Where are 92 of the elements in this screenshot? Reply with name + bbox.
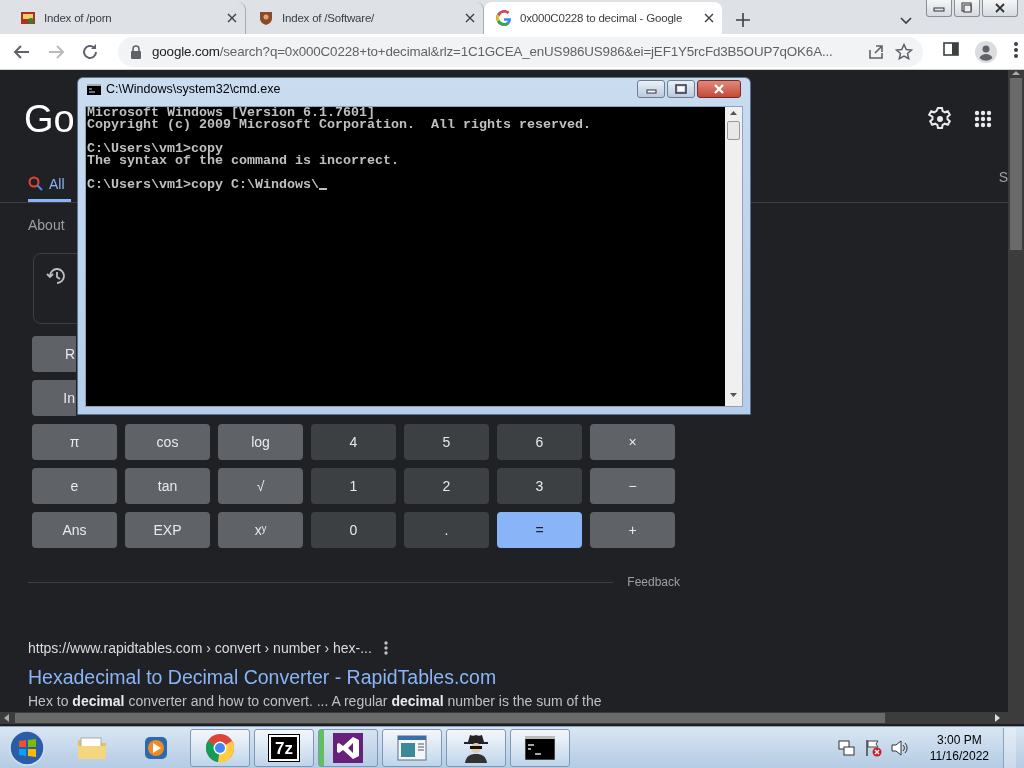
- archive-app-logo: 7z: [269, 734, 299, 761]
- result-snippet: Hex to decimal converter and how to convert. ... A regular decimal number is the sum of the: [28, 692, 603, 711]
- speaker-icon[interactable]: [889, 738, 908, 757]
- close-icon[interactable]: [465, 13, 475, 23]
- scroll-left-icon: [4, 714, 9, 722]
- minimize-icon[interactable]: [637, 80, 665, 98]
- spy-figure-icon: [463, 732, 489, 763]
- calculator-key[interactable]: −: [590, 468, 675, 504]
- close-icon[interactable]: [227, 13, 237, 23]
- clock-date[interactable]: 11/16/2022: [929, 747, 989, 764]
- calculator-key[interactable]: =: [497, 512, 582, 548]
- calculator-key[interactable]: xʸ: [218, 512, 303, 548]
- chevron-down-icon[interactable]: [900, 17, 912, 25]
- scroll-right-icon: [995, 714, 1000, 722]
- profile-icon[interactable]: [975, 40, 997, 63]
- calculator-key[interactable]: 6: [497, 424, 582, 460]
- result-url[interactable]: https://www.rapidtables.com › convert › number › hex-...: [28, 640, 372, 656]
- app-window-icon: [397, 734, 427, 761]
- console-line: Copyright (c) 2009 Microsoft Corporation. All rights reserved.: [87, 119, 591, 131]
- network-icon[interactable]: [837, 738, 856, 757]
- calculator-key[interactable]: .: [404, 512, 489, 548]
- calculator-key[interactable]: 3: [497, 468, 582, 504]
- side-panel-icon[interactable]: [943, 40, 959, 57]
- calculator-key[interactable]: tan: [125, 468, 210, 504]
- calculator-key[interactable]: Ans: [32, 512, 117, 548]
- calculator-key[interactable]: R: [32, 336, 76, 372]
- calculator-key[interactable]: 4: [311, 424, 396, 460]
- search-tab[interactable]: All: [28, 168, 71, 202]
- windows-orb-icon: [8, 728, 46, 767]
- scroll-up-icon: [730, 111, 737, 115]
- more-options-icon[interactable]: [383, 641, 388, 655]
- result-title-link[interactable]: Hexadecimal to Decimal Converter - RapidTables.com: [28, 664, 668, 690]
- browser-tab[interactable]: 0x000C0228 to decimal - Google: [484, 2, 722, 34]
- calculator-key[interactable]: 2: [404, 468, 489, 504]
- calculator-key[interactable]: 0: [311, 512, 396, 548]
- calculator-key[interactable]: π: [32, 424, 117, 460]
- console-line: C:\Users\vm1>copy: [87, 143, 223, 155]
- scrollbar-thumb[interactable]: [1010, 78, 1022, 250]
- image-favicon-icon: [20, 10, 36, 26]
- settings-icon[interactable]: [928, 107, 952, 132]
- taskbar-button[interactable]: 7z: [254, 728, 314, 767]
- console-app-icon: [87, 83, 101, 95]
- console-line: The syntax of the command is incorrect.: [87, 155, 399, 167]
- calculator-key[interactable]: log: [218, 424, 303, 460]
- maximize-icon[interactable]: [954, 0, 980, 17]
- calculator-key[interactable]: ×: [590, 424, 675, 460]
- vertical-scrollbar[interactable]: [725, 107, 742, 406]
- google-g-icon: [496, 10, 512, 26]
- scrollbar-thumb[interactable]: [727, 121, 740, 140]
- chrome-icon: [205, 732, 235, 763]
- taskbar-button[interactable]: [446, 728, 506, 767]
- visual-studio-icon: [333, 732, 363, 763]
- share-icon[interactable]: [867, 42, 885, 61]
- google-logo[interactable]: Go: [24, 97, 75, 141]
- start-button[interactable]: [8, 728, 46, 767]
- close-icon[interactable]: [982, 0, 1018, 17]
- media-player-icon: [143, 734, 169, 761]
- calculator-key[interactable]: In: [32, 380, 76, 416]
- result-stats: About: [28, 215, 66, 235]
- calculator-key[interactable]: 5: [404, 424, 489, 460]
- search-tab[interactable]: S: [998, 161, 1008, 195]
- history-icon: [46, 265, 66, 286]
- new-tab-icon[interactable]: [736, 13, 750, 27]
- maximize-icon[interactable]: [667, 80, 695, 98]
- console-app-icon: [525, 735, 555, 760]
- calculator-key[interactable]: EXP: [125, 512, 210, 548]
- close-icon[interactable]: [697, 80, 741, 98]
- address-bar[interactable]: google.com/search?q=0x000C0228+to+decimal&rlz=1C1GCEA_enUS986US986&ei=jEF1Y5rcFd3B5OUP7qOK6A...: [118, 36, 923, 67]
- console-line: Microsoft Windows [Version 6.1.7601]: [87, 107, 375, 119]
- calculator-key[interactable]: 1: [311, 468, 396, 504]
- vertical-scrollbar[interactable]: [1008, 70, 1024, 712]
- menu-icon[interactable]: [1013, 40, 1019, 59]
- minimize-icon[interactable]: [926, 0, 952, 17]
- calculator-key[interactable]: +: [590, 512, 675, 548]
- scroll-down-icon: [730, 393, 737, 397]
- close-icon[interactable]: [704, 13, 714, 23]
- flag-warning-icon[interactable]: [863, 738, 882, 757]
- star-icon[interactable]: [895, 42, 913, 61]
- folder-icon: [77, 734, 107, 761]
- search-icon: [28, 176, 43, 192]
- calculator-key[interactable]: e: [32, 468, 117, 504]
- taskbar-button[interactable]: [318, 728, 378, 767]
- shield-favicon-icon: [258, 10, 274, 26]
- lock-icon: [130, 44, 142, 59]
- apps-grid-icon[interactable]: [974, 110, 992, 129]
- window-title: C:\Windows\system32\cmd.exe: [106, 82, 282, 96]
- calculator-key[interactable]: cos: [125, 424, 210, 460]
- console-line: C:\Users\vm1>copy C:\Windows\: [87, 179, 319, 191]
- clock-time[interactable]: 3:00 PM: [929, 731, 989, 748]
- feedback-link[interactable]: Feedback: [627, 575, 680, 589]
- taskbar-button[interactable]: [510, 728, 570, 767]
- calculator-key[interactable]: √: [218, 468, 303, 504]
